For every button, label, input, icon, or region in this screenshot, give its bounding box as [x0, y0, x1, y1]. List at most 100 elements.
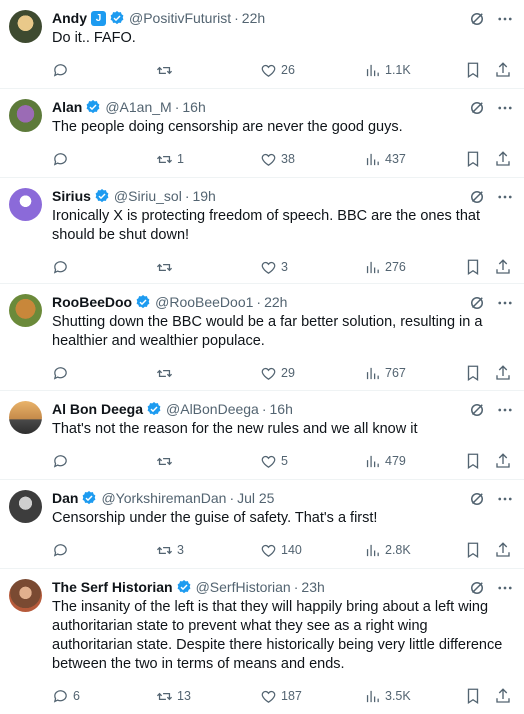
more-icon[interactable]: [496, 188, 514, 206]
views-button[interactable]: 3.5K: [364, 688, 462, 705]
bookmark-icon[interactable]: [464, 452, 482, 470]
tweet[interactable]: RooBeeDoo @RooBeeDoo1 · 22h Shutting dow…: [0, 284, 524, 391]
views-count: 479: [385, 454, 406, 468]
grok-icon[interactable]: [468, 99, 486, 117]
avatar[interactable]: [9, 490, 42, 523]
reply-button[interactable]: [52, 453, 156, 470]
bookmark-icon[interactable]: [464, 541, 482, 559]
avatar[interactable]: [9, 188, 42, 221]
more-icon[interactable]: [496, 490, 514, 508]
timestamp[interactable]: 16h: [270, 401, 293, 417]
like-button[interactable]: 38: [260, 151, 364, 168]
retweet-button[interactable]: [156, 62, 260, 79]
more-icon[interactable]: [496, 10, 514, 28]
verified-badge-icon: [147, 402, 161, 416]
tweet[interactable]: Al Bon Deega @AlBonDeega · 16h That's no…: [0, 391, 524, 480]
retweet-button[interactable]: [156, 453, 260, 470]
author-handle[interactable]: @SerfHistorian: [196, 579, 291, 595]
author-handle[interactable]: @AlBonDeega: [166, 401, 259, 417]
share-icon[interactable]: [494, 150, 512, 168]
timestamp[interactable]: Jul 25: [237, 490, 274, 506]
reply-icon: [53, 366, 67, 380]
author-name[interactable]: Andy: [52, 10, 87, 26]
share-icon[interactable]: [494, 452, 512, 470]
share-icon[interactable]: [494, 364, 512, 382]
verified-badge-icon: [177, 580, 190, 594]
bookmark-icon[interactable]: [464, 364, 482, 382]
tweet[interactable]: Sirius @Siriu_sol · 19h Ironically X is …: [0, 178, 524, 284]
reply-button[interactable]: [52, 542, 156, 559]
bookmark-icon[interactable]: [464, 61, 482, 79]
reply-icon: [53, 152, 67, 166]
author-name[interactable]: Sirius: [52, 188, 91, 204]
bookmark-icon[interactable]: [464, 258, 482, 276]
reply-button[interactable]: 6: [52, 688, 156, 705]
reply-count: 6: [73, 689, 80, 703]
reply-button[interactable]: [52, 62, 156, 79]
author-name[interactable]: Al Bon Deega: [52, 401, 143, 417]
grok-icon[interactable]: [468, 401, 486, 419]
tweet[interactable]: The Serf Historian @SerfHistorian · 23h …: [0, 569, 524, 714]
more-icon[interactable]: [496, 294, 514, 312]
tweet-text: Censorship under the guise of safety. Th…: [52, 510, 378, 526]
avatar[interactable]: [9, 10, 42, 43]
author-name[interactable]: Dan: [52, 490, 78, 506]
views-button[interactable]: 437: [364, 151, 462, 168]
author-handle[interactable]: @PositivFuturist: [129, 10, 231, 26]
share-icon[interactable]: [494, 687, 512, 705]
retweet-button[interactable]: [156, 259, 260, 276]
grok-icon[interactable]: [468, 188, 486, 206]
bookmark-icon[interactable]: [464, 150, 482, 168]
author-name[interactable]: RooBeeDoo: [52, 294, 132, 310]
tweet[interactable]: Andy J @PositivFuturist · 22h Do it.. FA…: [0, 0, 524, 89]
views-button[interactable]: 767: [364, 365, 462, 382]
like-button[interactable]: 3: [260, 259, 364, 276]
retweet-button[interactable]: [156, 365, 260, 382]
like-button[interactable]: 187: [260, 688, 364, 705]
timestamp[interactable]: 22h: [264, 294, 287, 310]
views-button[interactable]: 2.8K: [364, 542, 462, 559]
tweet-actions: 1 38 437: [52, 143, 512, 175]
like-button[interactable]: 29: [260, 365, 364, 382]
retweet-button[interactable]: 1: [156, 151, 260, 168]
grok-icon[interactable]: [468, 579, 486, 597]
reply-button[interactable]: [52, 151, 156, 168]
author-name[interactable]: The Serf Historian: [52, 579, 173, 595]
author-handle[interactable]: @Siriu_sol: [114, 188, 182, 204]
avatar[interactable]: [9, 401, 42, 434]
like-button[interactable]: 26: [260, 62, 364, 79]
tweet[interactable]: Dan @YorkshiremanDan · Jul 25 Censorship…: [0, 480, 524, 569]
share-icon[interactable]: [494, 258, 512, 276]
views-button[interactable]: 479: [364, 453, 462, 470]
grok-icon[interactable]: [468, 490, 486, 508]
share-icon[interactable]: [494, 541, 512, 559]
timestamp[interactable]: 19h: [192, 188, 215, 204]
retweet-button[interactable]: 3: [156, 542, 260, 559]
share-icon[interactable]: [494, 61, 512, 79]
grok-icon[interactable]: [468, 294, 486, 312]
views-button[interactable]: 276: [364, 259, 462, 276]
bookmark-icon[interactable]: [464, 687, 482, 705]
more-icon[interactable]: [496, 579, 514, 597]
author-handle[interactable]: @RooBeeDoo1: [155, 294, 253, 310]
retweet-button[interactable]: 13: [156, 688, 260, 705]
reply-button[interactable]: [52, 365, 156, 382]
timestamp[interactable]: 16h: [182, 99, 205, 115]
like-button[interactable]: 5: [260, 453, 364, 470]
timestamp[interactable]: 23h: [301, 579, 324, 595]
more-icon[interactable]: [496, 401, 514, 419]
reply-button[interactable]: [52, 259, 156, 276]
views-button[interactable]: 1.1K: [364, 62, 462, 79]
avatar[interactable]: [9, 579, 42, 612]
avatar[interactable]: [9, 294, 42, 327]
author-handle[interactable]: @YorkshiremanDan: [101, 490, 226, 506]
avatar[interactable]: [9, 99, 42, 132]
grok-icon[interactable]: [468, 10, 486, 28]
tweet[interactable]: Alan @A1an_M · 16h The people doing cens…: [0, 89, 524, 178]
verified-badge-icon: [136, 295, 150, 309]
timestamp[interactable]: 22h: [242, 10, 265, 26]
more-icon[interactable]: [496, 99, 514, 117]
author-name[interactable]: Alan: [52, 99, 82, 115]
like-button[interactable]: 140: [260, 542, 364, 559]
author-handle[interactable]: @A1an_M: [105, 99, 171, 115]
